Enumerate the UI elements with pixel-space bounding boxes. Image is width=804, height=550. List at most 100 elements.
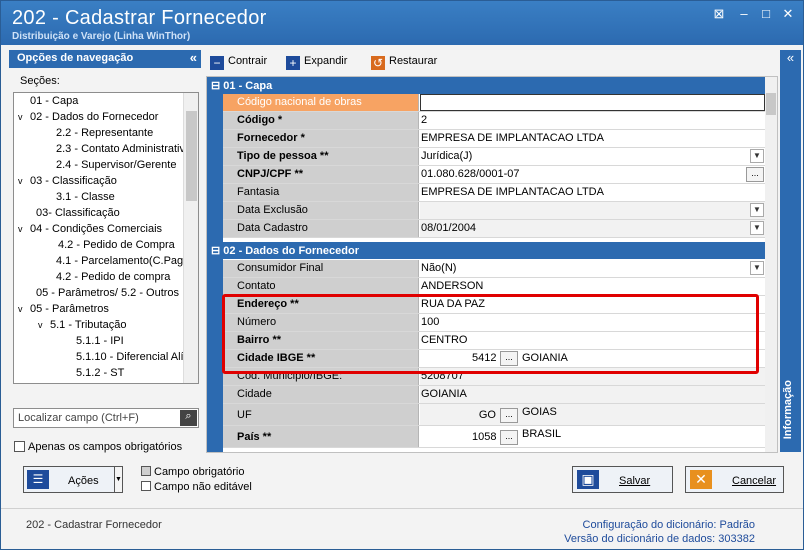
field-value[interactable]: ANDERSON	[420, 278, 765, 295]
field-value[interactable]: EMPRESA DE IMPLANTACAO LTDA	[420, 130, 765, 147]
field-lookup[interactable]: GO... GOIAS	[420, 404, 765, 425]
tree-item[interactable]: 3.1 - Classe	[56, 191, 115, 203]
grid-row[interactable]: Data Exclusão ▼	[223, 202, 765, 220]
grid-row[interactable]: Cidade GOIANIA	[223, 386, 765, 404]
save-button[interactable]: ▣ Salvar	[572, 466, 673, 493]
legend-swatch	[141, 481, 151, 491]
tree-item[interactable]: 5.1.1 - IPI	[76, 335, 124, 347]
legend-required: Campo obrigatório	[141, 466, 245, 478]
floppy-icon: ▣	[577, 470, 599, 489]
tree-item[interactable]: 4.1 - Parcelamento(C.Paga	[56, 255, 189, 267]
field-input[interactable]	[420, 94, 765, 111]
tree-item[interactable]: 03- Classificação	[36, 207, 120, 219]
window-title: 202 - Cadastrar Fornecedor	[12, 7, 267, 29]
app-window: 202 - Cadastrar Fornecedor Distribuição …	[0, 0, 804, 550]
tree-item[interactable]: 4.2 - Pedido de Compra	[58, 239, 175, 251]
ellipsis-button[interactable]: ...	[500, 430, 518, 445]
tree-item[interactable]: v 03 - Classificação	[18, 175, 117, 187]
restore-button[interactable]: ↺ Restaurar	[371, 55, 437, 70]
search-icon[interactable]: ⌕	[180, 410, 197, 426]
ellipsis-button[interactable]: ...	[500, 408, 518, 423]
field-lookup[interactable]: 1058... BRASIL	[420, 426, 765, 447]
only-required-checkbox[interactable]: Apenas os campos obrigatórios	[14, 441, 182, 453]
tree-item[interactable]: 01 - Capa	[18, 95, 78, 107]
ellipsis-button[interactable]: ...	[746, 167, 764, 182]
field-date[interactable]: 08/01/2004 ▼	[420, 220, 765, 237]
find-field-input[interactable]: Localizar campo (Ctrl+F) ⌕	[13, 408, 199, 428]
section-tree[interactable]: 01 - Capa v 02 - Dados do Fornecedor 2.2 …	[13, 92, 199, 384]
grid-row[interactable]: Código nacional de obras	[223, 94, 765, 112]
field-select[interactable]: Jurídica(J) ▼	[420, 148, 765, 165]
lookup-code: 1058	[472, 431, 497, 443]
collapse-nav-icon[interactable]: «	[190, 50, 197, 65]
tree-item[interactable]: v 04 - Condições Comerciais	[18, 223, 162, 235]
section-header-capa[interactable]: ⊟ 01 - Capa	[207, 77, 765, 94]
field-label: País **	[223, 426, 419, 447]
tree-item[interactable]: v 05 - Parâmetros	[18, 303, 109, 315]
grid-row[interactable]: UF GO... GOIAS	[223, 404, 765, 426]
field-select[interactable]: Não(N) ▼	[420, 260, 765, 277]
grid-row[interactable]: País ** 1058... BRASIL	[223, 426, 765, 448]
grid-toolbar: − Contrair + Expandir ↺ Restaurar	[206, 52, 776, 74]
actions-button[interactable]: ☰ Ações	[23, 466, 123, 493]
chevron-down-icon[interactable]: ▼	[750, 261, 764, 275]
collapse-button[interactable]: − Contrair	[210, 55, 267, 70]
field-label: CNPJ/CPF **	[223, 166, 419, 183]
minimize-icon[interactable]: –	[736, 6, 752, 22]
status-routine: 202 - Cadastrar Fornecedor	[26, 519, 162, 531]
grid-row[interactable]: Fantasia EMPRESA DE IMPLANTACAO LTDA	[223, 184, 765, 202]
grid-row[interactable]: Data Cadastro 08/01/2004 ▼	[223, 220, 765, 238]
sections-label: Seções:	[20, 75, 60, 87]
grid-scrollbar[interactable]	[765, 77, 777, 452]
grid-row[interactable]: CNPJ/CPF ** 01.080.628/0001-07...	[223, 166, 765, 184]
grid-row[interactable]: Tipo de pessoa ** Jurídica(J) ▼	[223, 148, 765, 166]
actions-icon: ☰	[27, 470, 49, 489]
tree-item[interactable]: 5.1.2 - ST	[76, 367, 124, 379]
nav-panel-header: Opções de navegação «	[9, 50, 201, 68]
tree-item[interactable]: 5.1.10 - Diferencial Alí	[76, 351, 184, 363]
maximize-icon[interactable]: □	[758, 6, 774, 22]
lookup-value: BRASIL	[522, 428, 562, 440]
grid-scroll-thumb[interactable]	[766, 93, 776, 115]
tree-item[interactable]: 4.2 - Pedido de compra	[56, 271, 170, 283]
cancel-button[interactable]: ✕ Cancelar	[685, 466, 784, 493]
tree-item[interactable]: v 5.1 - Tributação	[38, 319, 126, 331]
info-panel-label: Informação	[782, 380, 794, 440]
status-dict-version: Versão do dicionário de dados: 303382	[564, 533, 755, 545]
chevron-down-icon[interactable]: ▼	[750, 149, 764, 163]
section-header-dados-fornecedor[interactable]: ⊟ 02 - Dados do Fornecedor	[207, 242, 765, 259]
tree-item[interactable]: 2.3 - Contato Administrativo	[56, 143, 191, 155]
tree-item[interactable]: v 02 - Dados do Fornecedor	[18, 111, 158, 123]
field-label: Código *	[223, 112, 419, 129]
field-label: Fornecedor *	[223, 130, 419, 147]
field-label: Código nacional de obras	[223, 94, 419, 111]
tree-item[interactable]: 2.4 - Supervisor/Gerente	[56, 159, 176, 171]
tree-item[interactable]: 2.2 - Representante	[56, 127, 153, 139]
actions-dropdown-icon[interactable]: ▼	[114, 466, 123, 493]
grid-row[interactable]: Consumidor Final Não(N) ▼	[223, 260, 765, 278]
field-label: Data Cadastro	[223, 220, 419, 237]
only-required-label: Apenas os campos obrigatórios	[28, 441, 183, 453]
status-bar: 202 - Cadastrar Fornecedor Configuração …	[1, 508, 803, 549]
help-icon[interactable]: ⊠	[711, 6, 727, 22]
plus-icon: +	[286, 56, 300, 70]
field-date[interactable]: ▼	[420, 202, 765, 219]
grid-row[interactable]: Código * 2	[223, 112, 765, 130]
checkbox-box[interactable]	[14, 441, 25, 452]
collapse-info-icon[interactable]: «	[780, 50, 801, 65]
close-icon[interactable]: ✕	[780, 6, 796, 22]
chevron-down-icon[interactable]: ▼	[750, 203, 764, 217]
field-value[interactable]: 01.080.628/0001-07...	[420, 166, 765, 183]
info-panel[interactable]: « Informação	[780, 50, 801, 452]
field-label: Data Exclusão	[223, 202, 419, 219]
restore-icon: ↺	[371, 56, 385, 70]
grid-row[interactable]: Fornecedor * EMPRESA DE IMPLANTACAO LTDA	[223, 130, 765, 148]
expand-button[interactable]: + Expandir	[286, 55, 347, 70]
field-value[interactable]: 2	[420, 112, 765, 129]
tree-item[interactable]: 05 - Parâmetros/ 5.2 - Outros	[36, 287, 179, 299]
chevron-down-icon[interactable]: ▼	[750, 221, 764, 235]
field-label: Fantasia	[223, 184, 419, 201]
tree-scroll-thumb[interactable]	[186, 111, 197, 201]
field-value[interactable]: EMPRESA DE IMPLANTACAO LTDA	[420, 184, 765, 201]
tree-scrollbar[interactable]	[183, 93, 198, 383]
